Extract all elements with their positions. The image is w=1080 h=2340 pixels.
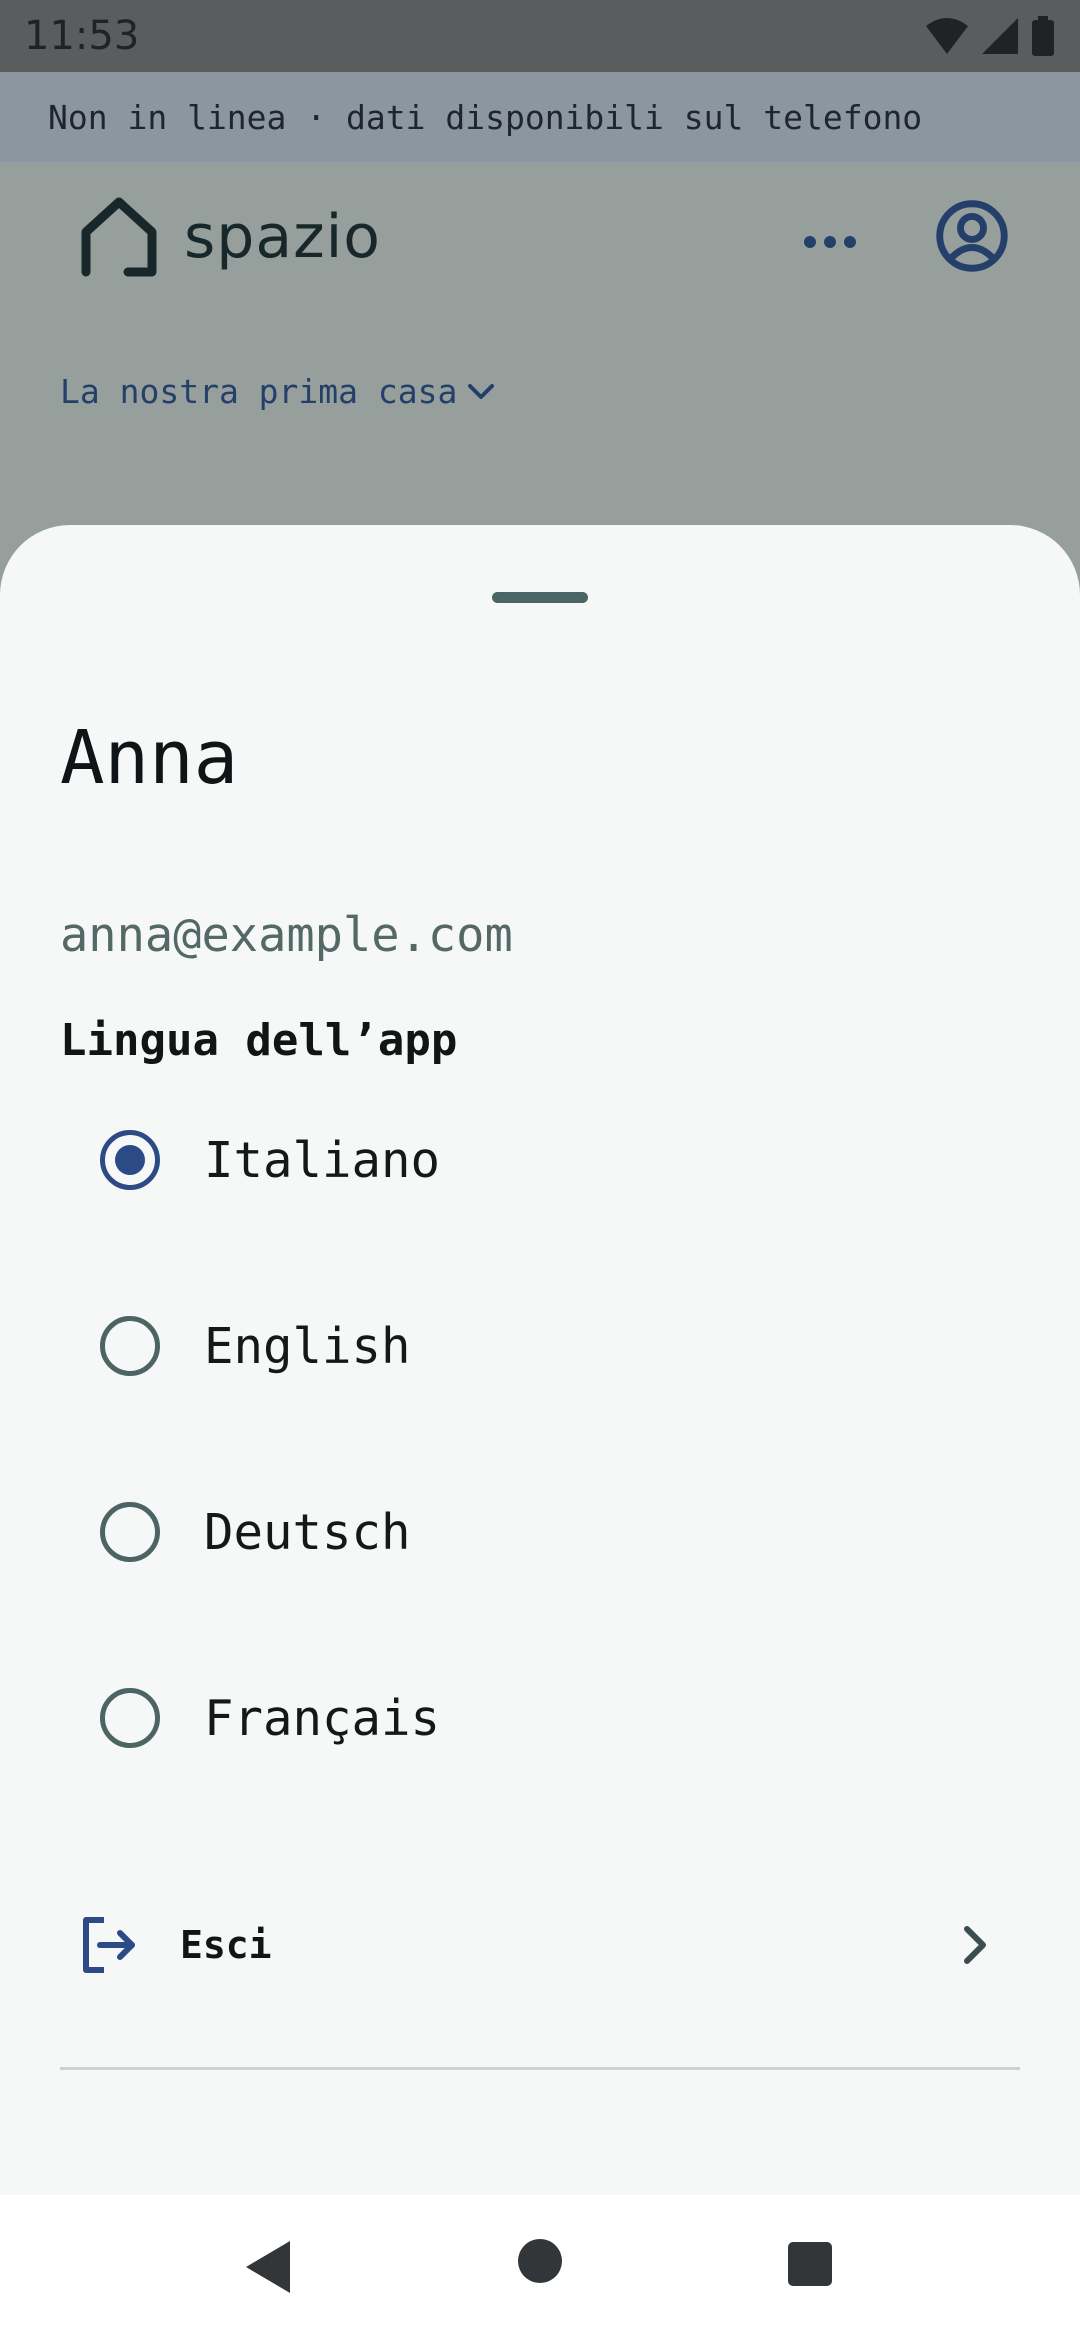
language-option-italiano[interactable]: Italiano bbox=[60, 1085, 1020, 1235]
home-selector-label: La nostra prima casa bbox=[60, 372, 458, 411]
logout-label: Esci bbox=[180, 1923, 272, 1967]
home-selector[interactable]: La nostra prima casa bbox=[60, 372, 495, 411]
drag-handle[interactable] bbox=[492, 592, 588, 603]
divider bbox=[60, 2067, 1020, 2070]
account-bottom-sheet: Anna anna@example.com Lingua dell’app It… bbox=[0, 525, 1080, 2195]
user-email: anna@example.com bbox=[60, 908, 513, 963]
language-heading: Lingua dell’app bbox=[60, 1015, 458, 1066]
chevron-right-icon bbox=[964, 1926, 986, 1964]
home-icon[interactable] bbox=[516, 2237, 564, 2285]
account-circle-icon[interactable] bbox=[934, 198, 1010, 274]
language-label: English bbox=[204, 1317, 411, 1375]
logo-text: spazio bbox=[184, 202, 381, 272]
status-icons bbox=[924, 16, 1056, 56]
radio-unselected-icon[interactable] bbox=[100, 1502, 160, 1562]
house-icon bbox=[81, 197, 157, 277]
status-bar: 11:53 bbox=[0, 0, 1080, 72]
signal-icon bbox=[982, 18, 1018, 54]
radio-unselected-icon[interactable] bbox=[100, 1688, 160, 1748]
user-name: Anna bbox=[60, 715, 239, 801]
wifi-icon bbox=[926, 18, 968, 54]
logout-icon bbox=[83, 1917, 135, 1973]
more-horizontal-icon bbox=[804, 236, 856, 248]
language-label: Italiano bbox=[204, 1131, 441, 1189]
more-options-button[interactable] bbox=[790, 212, 870, 272]
logout-button[interactable]: Esci bbox=[60, 1880, 1020, 2010]
language-label: Deutsch bbox=[204, 1503, 411, 1561]
app-logo: spazio bbox=[78, 196, 381, 278]
back-icon[interactable] bbox=[240, 2237, 300, 2297]
language-option-francais[interactable]: Français bbox=[60, 1643, 1020, 1793]
language-label: Français bbox=[204, 1689, 441, 1747]
app-header: spazio bbox=[0, 162, 1080, 312]
language-option-english[interactable]: English bbox=[60, 1271, 1020, 1421]
language-option-deutsch[interactable]: Deutsch bbox=[60, 1457, 1020, 1607]
recent-apps-icon[interactable] bbox=[786, 2240, 834, 2288]
offline-banner: Non in linea · dati disponibili sul tele… bbox=[0, 72, 1080, 162]
battery-icon bbox=[1032, 16, 1054, 56]
radio-unselected-icon[interactable] bbox=[100, 1316, 160, 1376]
chevron-down-icon bbox=[468, 383, 495, 399]
status-time: 11:53 bbox=[24, 13, 140, 59]
offline-banner-text: Non in linea · dati disponibili sul tele… bbox=[48, 97, 923, 137]
system-nav-bar bbox=[0, 2195, 1080, 2340]
radio-selected-icon[interactable] bbox=[100, 1130, 160, 1190]
